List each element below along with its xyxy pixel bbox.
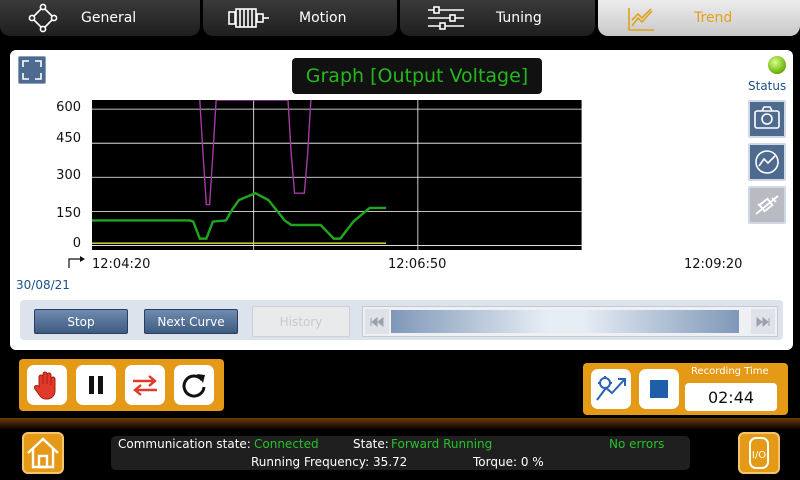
expand-icon bbox=[22, 60, 42, 80]
recording-time-label: Recording Time bbox=[691, 366, 769, 377]
hand-stop-icon bbox=[33, 371, 56, 400]
stop-hand-button[interactable] bbox=[27, 365, 67, 405]
next-curve-button[interactable]: Next Curve bbox=[144, 309, 238, 334]
scroll-thumb[interactable] bbox=[391, 310, 739, 333]
x-tick-label: 12:04:20 bbox=[92, 257, 151, 272]
trend-icon bbox=[628, 8, 654, 31]
y-tick-label: 600 bbox=[56, 100, 81, 115]
tab-general[interactable]: General bbox=[0, 0, 200, 36]
graph-title: Graph [Output Voltage] bbox=[292, 58, 542, 94]
tab-tuning[interactable]: Tuning bbox=[400, 0, 595, 36]
reverse-button[interactable] bbox=[125, 365, 165, 405]
stop-button[interactable]: Stop bbox=[34, 309, 128, 334]
tab-bar: General Motion Tuning Trend bbox=[0, 0, 800, 38]
pause-icon bbox=[89, 376, 103, 394]
tab-trend[interactable]: Trend bbox=[598, 0, 800, 36]
trend-panel: Graph [Output Voltage] Status 600 450 30… bbox=[10, 50, 793, 350]
record-stop-button[interactable] bbox=[639, 369, 679, 409]
torque-value: Torque: 0 % bbox=[473, 455, 544, 469]
comm-state-label: Communication state: bbox=[118, 437, 251, 451]
svg-text:I/O: I/O bbox=[752, 450, 766, 461]
y-tick-label: 300 bbox=[56, 168, 81, 183]
skip-forward-icon bbox=[756, 316, 770, 327]
sliders-icon bbox=[428, 6, 464, 30]
tab-tuning-label: Tuning bbox=[496, 10, 542, 26]
error-status: No errors bbox=[609, 437, 665, 451]
trend-auto-button[interactable] bbox=[591, 369, 631, 409]
history-button[interactable]: History bbox=[252, 306, 350, 337]
measure-button[interactable] bbox=[748, 186, 786, 224]
x-tick-label: 12:06:50 bbox=[388, 257, 447, 272]
trend-auto-icon bbox=[596, 376, 626, 401]
y-tick-label: 150 bbox=[56, 206, 81, 221]
pause-button[interactable] bbox=[76, 365, 116, 405]
stop-square-icon bbox=[650, 380, 668, 398]
fullscreen-button[interactable] bbox=[18, 56, 46, 84]
network-icon bbox=[28, 3, 58, 33]
status-led bbox=[768, 56, 786, 74]
curve-button[interactable] bbox=[748, 143, 786, 181]
home-button[interactable] bbox=[22, 432, 64, 474]
trend-plot[interactable] bbox=[92, 100, 582, 250]
drive-control-box bbox=[19, 359, 224, 411]
status-bar: Communication state: Connected State: Fo… bbox=[111, 436, 690, 470]
y-tick-label: 450 bbox=[56, 131, 81, 146]
comm-state-value: Connected bbox=[254, 437, 319, 451]
y-tick-label: 0 bbox=[72, 236, 81, 251]
reverse-arrows-icon bbox=[133, 375, 157, 396]
io-button[interactable]: I/O bbox=[738, 432, 780, 474]
tab-motion-label: Motion bbox=[299, 10, 347, 26]
series-line bbox=[92, 191, 386, 240]
reset-button[interactable] bbox=[174, 365, 214, 405]
series-line bbox=[199, 100, 312, 206]
scroll-first-button[interactable] bbox=[365, 309, 389, 334]
footer: Communication state: Connected State: Fo… bbox=[0, 418, 800, 480]
graph-control-bar: Stop Next Curve History bbox=[20, 300, 783, 340]
tab-motion[interactable]: Motion bbox=[203, 0, 397, 36]
drive-state-label: State: bbox=[353, 437, 389, 451]
chart-date: 30/08/21 bbox=[16, 278, 70, 292]
axis-origin-icon bbox=[68, 256, 85, 268]
scroll-last-button[interactable] bbox=[751, 309, 775, 334]
tab-general-label: General bbox=[81, 10, 137, 26]
recording-box: Recording Time 02:44 bbox=[583, 363, 788, 415]
refresh-icon bbox=[182, 374, 206, 398]
recording-time-value: 02:44 bbox=[685, 383, 777, 411]
chart-circle-icon bbox=[755, 150, 779, 174]
skip-back-icon bbox=[370, 316, 384, 327]
home-icon bbox=[27, 437, 59, 469]
history-scrollbar[interactable] bbox=[362, 306, 778, 337]
io-icon: I/O bbox=[749, 437, 769, 469]
running-frequency: Running Frequency: 35.72 bbox=[251, 455, 408, 469]
measure-icon bbox=[755, 195, 779, 215]
camera-icon bbox=[754, 106, 780, 129]
status-label: Status bbox=[748, 79, 787, 93]
x-tick-label: 12:09:20 bbox=[684, 257, 743, 272]
snapshot-button[interactable] bbox=[748, 100, 786, 138]
drive-state-value: Forward Running bbox=[391, 437, 493, 451]
motor-icon bbox=[228, 8, 269, 28]
tab-trend-label: Trend bbox=[694, 10, 733, 26]
